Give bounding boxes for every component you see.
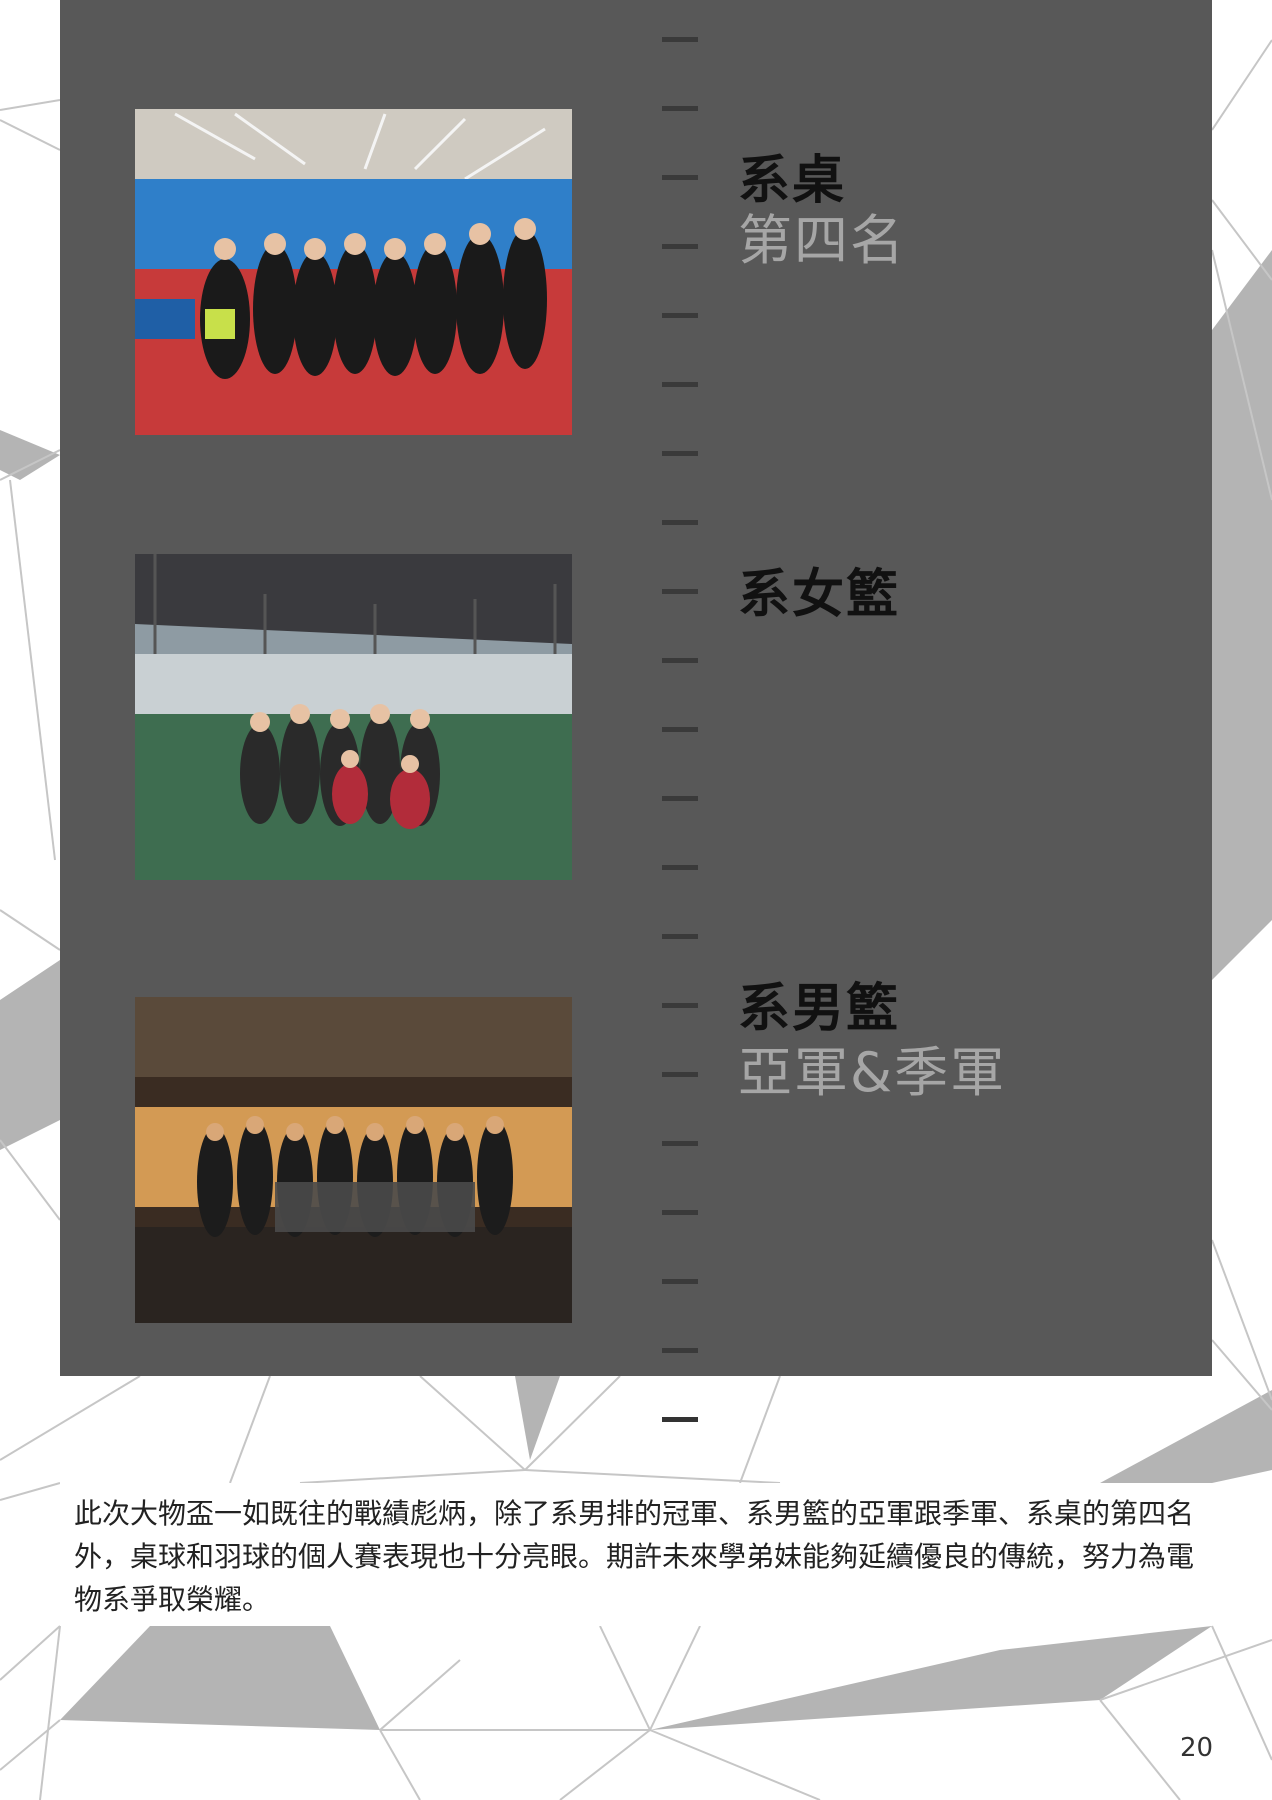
ruler-tick xyxy=(662,1279,698,1284)
summary-paragraph: 此次大物盃一如既往的戰績彪炳，除了系男排的冠軍、系男籃的亞軍跟季軍、系桌的第四名… xyxy=(74,1497,1195,1616)
ruler-tick xyxy=(662,1417,698,1422)
ruler-tick xyxy=(662,796,698,801)
ruler-tick xyxy=(662,37,698,42)
ruler-tick xyxy=(662,313,698,318)
event-result-table-tennis: 第四名 xyxy=(738,209,906,272)
event-title-table-tennis: 系桌 xyxy=(738,151,847,211)
ruler-tick xyxy=(662,520,698,525)
ruler-tick xyxy=(662,382,698,387)
ruler-tick xyxy=(662,589,698,594)
ruler-tick xyxy=(662,106,698,111)
ruler-tick xyxy=(662,1141,698,1146)
table-tennis-team-photo xyxy=(135,109,572,435)
mens-basketball-team-photo-icon xyxy=(135,997,572,1323)
ruler-tick xyxy=(662,244,698,249)
mens-basketball-team-photo xyxy=(135,997,572,1323)
ruler-tick xyxy=(662,934,698,939)
womens-basketball-team-photo-icon xyxy=(135,554,572,880)
ruler-tick xyxy=(662,658,698,663)
event-title-mens-basketball: 系男籃 xyxy=(738,979,901,1039)
event-result-mens-basketball: 亞軍&季軍 xyxy=(738,1041,1007,1104)
ruler-tick xyxy=(662,1210,698,1215)
womens-basketball-team-photo xyxy=(135,554,572,880)
ruler-tick xyxy=(662,175,698,180)
page-number: 20 xyxy=(1180,1733,1214,1763)
ruler-tick xyxy=(662,1003,698,1008)
ruler-tick xyxy=(662,727,698,732)
event-title-womens-basketball: 系女籃 xyxy=(738,565,901,625)
table-tennis-team-photo-icon xyxy=(135,109,572,435)
ruler-tick xyxy=(662,451,698,456)
ruler-tick xyxy=(662,1348,698,1353)
ruler-tick xyxy=(662,865,698,870)
ruler-tick xyxy=(662,1072,698,1077)
